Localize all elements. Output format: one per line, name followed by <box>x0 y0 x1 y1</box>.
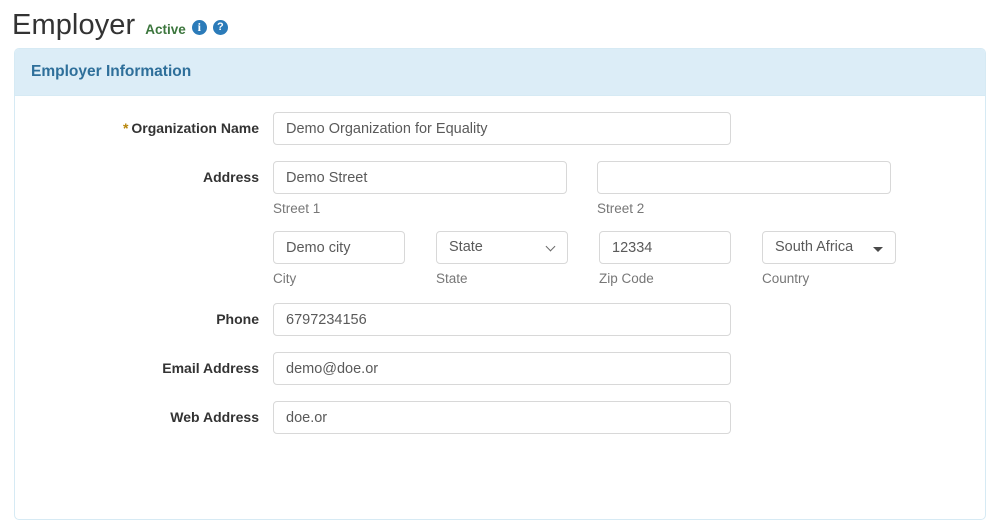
phone-input[interactable] <box>273 303 731 336</box>
row-email-address: Email Address <box>15 352 985 385</box>
status-badge: Active <box>145 22 186 37</box>
street1-group: Street 1 <box>273 161 567 217</box>
street2-input[interactable] <box>597 161 891 194</box>
row-address: Address Street 1 Street 2 <box>15 161 985 287</box>
street1-sub-label: Street 1 <box>273 201 321 216</box>
state-group: State State <box>436 231 568 287</box>
city-sub-label: City <box>273 271 297 286</box>
state-sub-label: State <box>436 271 468 286</box>
chevron-down-icon <box>547 243 556 252</box>
page-header: Employer Active <box>0 0 1000 44</box>
city-input[interactable] <box>273 231 405 264</box>
country-group: South Africa Country <box>762 231 896 287</box>
organization-name-input[interactable] <box>273 112 731 145</box>
web-address-input[interactable] <box>273 401 731 434</box>
organization-name-label: * Organization Name <box>15 112 273 144</box>
organization-name-label-text: Organization Name <box>131 120 259 136</box>
employer-information-card: Employer Information * Organization Name … <box>14 48 986 520</box>
card-header-title: Employer Information <box>31 63 192 80</box>
zip-code-sub-label: Zip Code <box>599 271 654 286</box>
address-field-group: Street 1 Street 2 City State <box>273 161 985 287</box>
help-circle-icon[interactable] <box>212 20 228 35</box>
email-address-input[interactable] <box>273 352 731 385</box>
city-group: City <box>273 231 405 287</box>
street2-sub-label: Street 2 <box>597 201 645 216</box>
caret-down-icon <box>873 247 883 252</box>
state-select-value: State <box>449 239 483 255</box>
zip-code-input[interactable] <box>599 231 731 264</box>
page-title: Employer <box>12 9 136 41</box>
address-label: Address <box>202 169 259 185</box>
help-circle-glyph <box>212 20 228 35</box>
organization-name-field-group <box>273 112 985 145</box>
web-address-label: Web Address <box>170 409 259 425</box>
phone-label: Phone <box>216 311 259 327</box>
card-body: *Organization Name Address Street 1 Stre… <box>15 96 985 434</box>
country-select[interactable]: South Africa <box>762 231 896 264</box>
street2-group: Street 2 <box>597 161 891 217</box>
zip-group: Zip Code <box>599 231 731 287</box>
phone-field-group <box>273 303 985 336</box>
state-select[interactable]: State <box>436 231 568 264</box>
card-header: Employer Information <box>15 49 985 96</box>
required-asterisk: * <box>122 120 129 136</box>
country-select-value: South Africa <box>775 239 854 255</box>
row-organization-name: * Organization Name <box>15 112 985 145</box>
street-row: Street 1 Street 2 <box>273 161 985 217</box>
email-address-label: Email Address <box>162 360 259 376</box>
email-address-field-group <box>273 352 985 385</box>
street1-input[interactable] <box>273 161 567 194</box>
row-web-address: Web Address <box>15 401 985 434</box>
web-address-field-group <box>273 401 985 434</box>
info-circle-icon[interactable] <box>191 20 207 35</box>
info-circle-glyph <box>191 20 207 35</box>
row-phone: Phone <box>15 303 985 336</box>
country-sub-label: Country <box>762 271 810 286</box>
city-state-zip-country-row: City State State Zip Code <box>273 231 985 287</box>
